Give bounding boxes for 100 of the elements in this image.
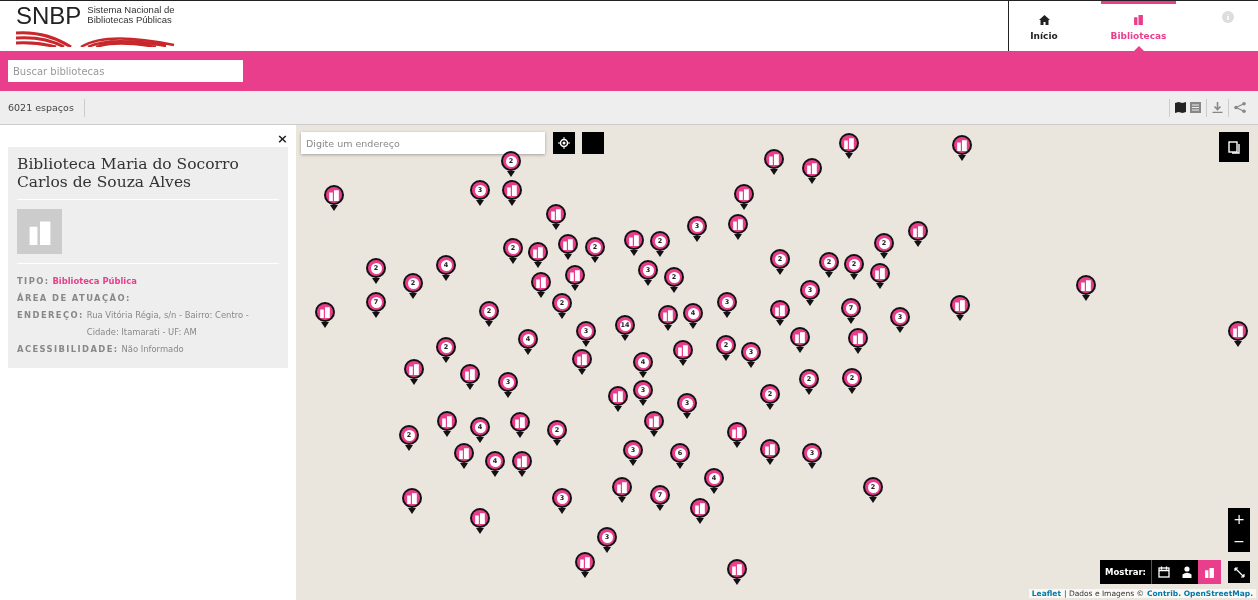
library-marker[interactable] xyxy=(658,305,678,331)
close-button[interactable]: × xyxy=(277,131,288,147)
library-marker[interactable] xyxy=(673,340,693,366)
library-marker[interactable] xyxy=(690,498,710,524)
library-marker[interactable] xyxy=(454,443,474,469)
building-icon xyxy=(764,443,776,455)
library-marker[interactable] xyxy=(512,451,532,477)
share-button[interactable] xyxy=(1234,102,1246,113)
library-marker[interactable] xyxy=(558,234,578,260)
library-marker[interactable] xyxy=(460,364,480,390)
library-marker[interactable] xyxy=(572,349,592,375)
search-field[interactable]: Buscar bibliotecas xyxy=(8,60,243,82)
field-label: ENDEREÇO: xyxy=(17,309,84,322)
library-marker[interactable] xyxy=(727,422,747,448)
building-icon xyxy=(535,276,547,288)
library-marker[interactable] xyxy=(802,158,822,184)
building-icon xyxy=(648,415,660,427)
library-marker[interactable] xyxy=(575,552,595,578)
library-marker[interactable] xyxy=(565,265,585,291)
map-icon xyxy=(1175,102,1186,113)
building-icon xyxy=(506,184,518,196)
building-icon xyxy=(616,481,628,493)
list-view-button[interactable] xyxy=(1190,102,1201,113)
person-icon xyxy=(1181,566,1192,578)
building-icon xyxy=(677,344,689,356)
library-marker[interactable] xyxy=(727,559,747,585)
library-marker[interactable] xyxy=(1076,275,1096,301)
building-icon xyxy=(612,390,624,402)
library-marker[interactable] xyxy=(790,327,810,353)
building-icon xyxy=(464,368,476,380)
building-icon xyxy=(912,225,924,237)
library-marker[interactable] xyxy=(608,386,628,412)
library-marker[interactable] xyxy=(1228,321,1248,347)
building-icon xyxy=(954,299,966,311)
library-marker[interactable] xyxy=(952,135,972,161)
building-icon xyxy=(441,415,453,427)
library-marker[interactable] xyxy=(728,214,748,240)
library-marker[interactable] xyxy=(770,300,790,326)
library-marker[interactable] xyxy=(315,302,335,328)
library-marker[interactable] xyxy=(870,263,890,289)
library-marker[interactable] xyxy=(546,204,566,230)
building-icon xyxy=(732,218,744,230)
building-icon xyxy=(843,137,855,149)
library-marker[interactable] xyxy=(402,488,422,514)
building-icon xyxy=(738,188,750,200)
info-icon xyxy=(1222,11,1234,23)
library-marker[interactable] xyxy=(502,180,522,206)
library-marker[interactable] xyxy=(734,184,754,210)
expand-icon xyxy=(1233,566,1245,578)
logo-wordmark: SNBP xyxy=(16,3,82,29)
share-icon xyxy=(1234,102,1246,113)
pages-icon xyxy=(1228,140,1240,154)
library-marker[interactable] xyxy=(510,412,530,438)
building-icon xyxy=(516,455,528,467)
building-icon xyxy=(1080,279,1092,291)
library-marker[interactable] xyxy=(624,230,644,256)
field-label: ACESSIBILIDADE: xyxy=(17,343,119,356)
fullscreen-button[interactable] xyxy=(1228,561,1250,583)
building-icon xyxy=(774,304,786,316)
zoom-in-button[interactable]: + xyxy=(1228,508,1250,530)
library-marker[interactable] xyxy=(470,508,490,534)
building-icon xyxy=(731,426,743,438)
building-icon xyxy=(956,139,968,151)
library-marker[interactable] xyxy=(644,411,664,437)
logo-subtitle: Sistema Nacional de xyxy=(87,5,175,15)
field-label: ÁREA DE ATUAÇÃO: xyxy=(17,291,131,305)
building-icon xyxy=(794,331,806,343)
download-button[interactable] xyxy=(1212,102,1223,113)
library-marker[interactable] xyxy=(324,185,344,211)
library-marker[interactable] xyxy=(437,411,457,437)
library-marker[interactable] xyxy=(908,221,928,247)
layers-button[interactable] xyxy=(1219,132,1249,162)
address-field[interactable]: Digite um endereço xyxy=(301,132,545,154)
building-icon xyxy=(514,416,526,428)
field-value: Não Informado xyxy=(121,343,184,356)
library-marker[interactable] xyxy=(404,359,424,385)
building-icon xyxy=(319,306,331,318)
building-icon xyxy=(532,246,544,258)
library-marker[interactable] xyxy=(848,328,868,354)
library-marker[interactable] xyxy=(531,272,551,298)
field-value: Rua Vitória Régia, s/n - Bairro: Centro - Cidade: Itamarati - UF: AM xyxy=(86,309,250,339)
download-icon xyxy=(1212,102,1223,113)
building-icon xyxy=(662,309,674,321)
library-marker[interactable] xyxy=(839,133,859,159)
zoom-out-button[interactable]: − xyxy=(1228,530,1250,552)
library-title: Biblioteca Maria do Socorro Carlos de Souza Alves xyxy=(17,155,279,200)
building-icon xyxy=(768,153,780,165)
library-marker[interactable] xyxy=(950,295,970,321)
nav-tab[interactable]: Bibliotecas xyxy=(1101,1,1176,51)
home-icon xyxy=(1038,14,1050,25)
building-icon xyxy=(562,238,574,250)
library-marker[interactable] xyxy=(528,242,548,268)
field-label: TIPO: xyxy=(17,275,50,288)
library-marker[interactable] xyxy=(764,149,784,175)
library-marker[interactable] xyxy=(760,439,780,465)
building-icon xyxy=(408,363,420,375)
map-view-button[interactable] xyxy=(1175,102,1186,113)
library-marker[interactable] xyxy=(612,477,632,503)
building-icon xyxy=(458,447,470,459)
locate-button[interactable] xyxy=(553,132,575,154)
